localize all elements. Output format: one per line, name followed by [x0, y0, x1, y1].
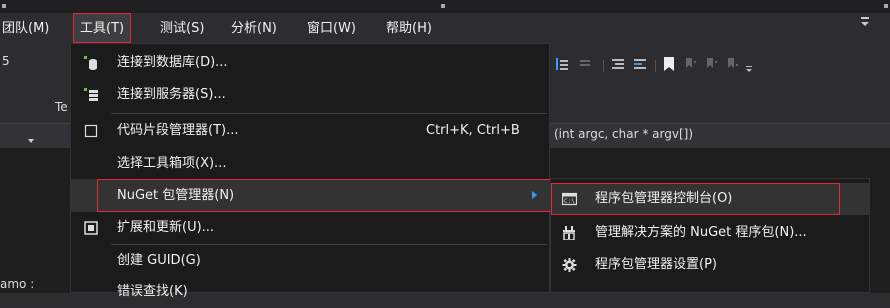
- function-signature[interactable]: (int argc, char * argv[]): [554, 127, 693, 141]
- console-icon: C:\: [561, 192, 578, 206]
- menu-item-label: 扩展和更新(U)...: [117, 220, 215, 235]
- menu-item-error-lookup[interactable]: 错误查找(K): [71, 275, 549, 308]
- menu-help[interactable]: 帮助(H): [386, 13, 432, 45]
- submenu-item-package-manager-settings[interactable]: 程序包管理器设置(P): [551, 249, 869, 281]
- menu-window[interactable]: 窗口(W): [307, 13, 356, 45]
- window-handle-mid: [441, 4, 445, 8]
- prev-bookmark-icon[interactable]: [684, 58, 697, 74]
- submenu-item-label: 程序包管理器控制台(O): [595, 191, 733, 206]
- comment-icon[interactable]: [612, 58, 624, 74]
- checkbox-icon: [84, 124, 98, 138]
- status-text: amo :: [0, 277, 35, 291]
- submenu-arrow-icon: [532, 191, 537, 199]
- menu-item-label: 代码片段管理器(T)...: [117, 123, 239, 138]
- menu-bar: 团队(M) 工具(T) 测试(S) 分析(N) 窗口(W) 帮助(H): [0, 13, 890, 45]
- toolbar-separator: [655, 60, 656, 72]
- nuget-submenu: C:\ 程序包管理器控制台(O) 管理解决方案的 NuGet 程序包(N)...…: [550, 178, 870, 293]
- title-strip: [0, 0, 890, 13]
- menu-test[interactable]: 测试(S): [160, 13, 204, 45]
- menu-item-label: 连接到服务器(S)...: [117, 87, 226, 102]
- submenu-item-label: 程序包管理器设置(P): [595, 257, 717, 272]
- tools-menu: 连接到数据库(D)... 连接到服务器(S)... 代码片段管理器(T)... …: [70, 43, 551, 299]
- menu-item-nuget-package-manager[interactable]: NuGet 包管理器(N): [71, 179, 551, 212]
- menu-item-label: 创建 GUID(G): [117, 253, 201, 268]
- menu-overflow-icon[interactable]: [858, 15, 872, 29]
- package-icon: [562, 226, 577, 241]
- next-bookmark-icon[interactable]: [705, 58, 718, 74]
- gear-icon: [562, 258, 577, 272]
- svg-text:C:\: C:\: [564, 198, 575, 205]
- menu-item-label: 错误查找(K): [117, 284, 188, 299]
- window-handle-right: [884, 4, 888, 8]
- menu-analyze[interactable]: 分析(N): [231, 13, 277, 45]
- submenu-item-manage-nuget-packages[interactable]: 管理解决方案的 NuGet 程序包(N)...: [551, 217, 869, 249]
- server-connect-icon: [84, 88, 98, 102]
- outdent-icon[interactable]: [580, 58, 594, 74]
- toolbar-overflow-icon[interactable]: [746, 63, 754, 78]
- dropdown-chevron-icon[interactable]: [28, 132, 34, 147]
- menu-item-connect-server[interactable]: 连接到服务器(S)...: [71, 78, 549, 111]
- menu-item-choose-toolbox-items[interactable]: 选择工具箱项(X)...: [71, 147, 549, 180]
- menu-item-label: 连接到数据库(D)...: [117, 55, 228, 70]
- toolbar-value: 5: [2, 54, 10, 68]
- menu-tools[interactable]: 工具(T): [73, 13, 132, 43]
- menu-item-shortcut: Ctrl+K, Ctrl+B: [426, 123, 520, 138]
- clear-bookmarks-icon[interactable]: [726, 58, 739, 74]
- menu-item-extensions-updates[interactable]: 扩展和更新(U)...: [71, 211, 549, 244]
- menu-item-snippet-manager[interactable]: 代码片段管理器(T)... Ctrl+K, Ctrl+B: [71, 114, 549, 147]
- indent-icon[interactable]: [556, 58, 570, 74]
- bookmark-icon[interactable]: [664, 57, 674, 75]
- toolbar-separator: [603, 60, 604, 72]
- uncomment-icon[interactable]: [634, 58, 646, 74]
- extensions-icon: [84, 221, 98, 235]
- menu-item-connect-database[interactable]: 连接到数据库(D)...: [71, 46, 549, 79]
- tab-label[interactable]: Te: [55, 100, 68, 114]
- submenu-item-label: 管理解决方案的 NuGet 程序包(N)...: [595, 225, 807, 240]
- window-handle-left: [2, 4, 6, 8]
- menu-team[interactable]: 团队(M): [2, 13, 49, 45]
- database-connect-icon: [84, 56, 98, 70]
- submenu-item-package-manager-console[interactable]: C:\ 程序包管理器控制台(O): [551, 183, 869, 215]
- menu-item-label: NuGet 包管理器(N): [117, 188, 235, 203]
- menu-item-create-guid[interactable]: 创建 GUID(G): [71, 244, 549, 277]
- menu-item-label: 选择工具箱项(X)...: [117, 156, 227, 171]
